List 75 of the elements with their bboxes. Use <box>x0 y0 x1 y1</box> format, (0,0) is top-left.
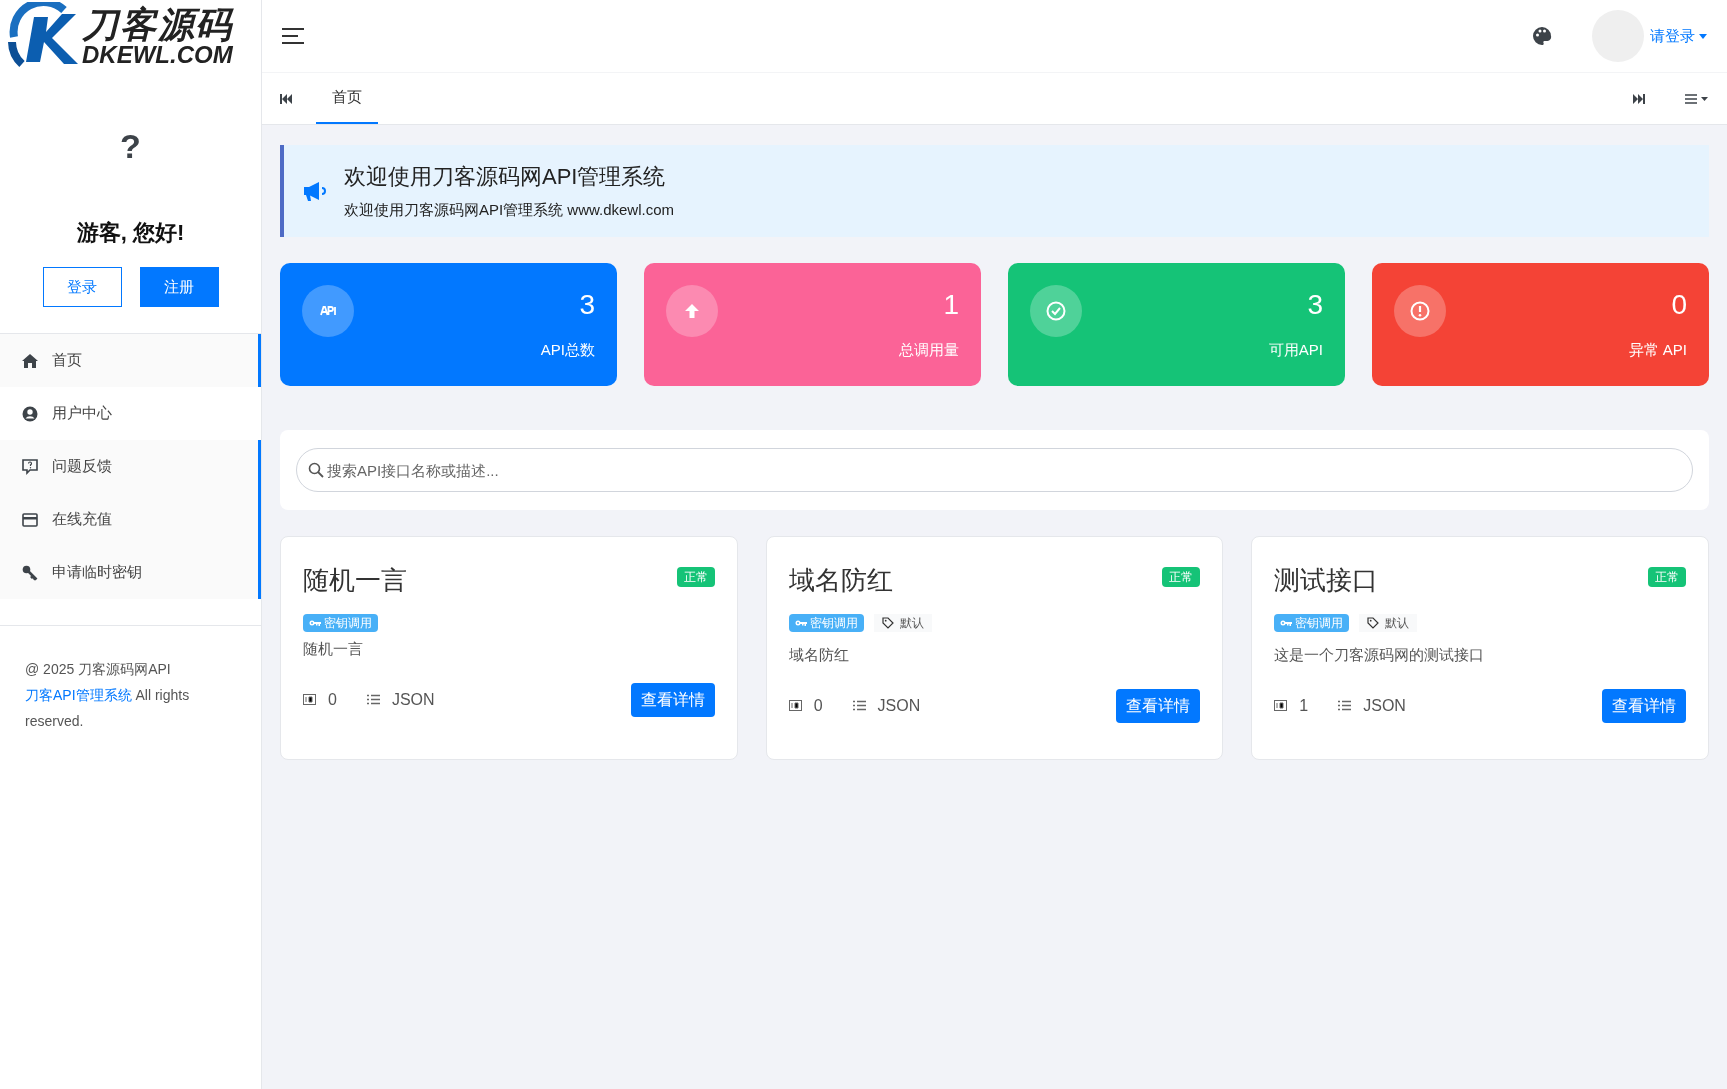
arrow-up-icon <box>666 285 718 337</box>
call-count: 1 <box>1299 695 1309 716</box>
stat-label: 异常 API <box>1628 340 1687 360</box>
user-menu-dropdown[interactable]: 请登录 <box>1650 24 1707 48</box>
view-details-button[interactable]: 查看详情 <box>1602 688 1686 723</box>
caret-icon <box>1699 33 1707 39</box>
auth-tag: 密钥调用 <box>788 614 864 632</box>
api-title: 测试接口 <box>1274 564 1379 597</box>
skip-forward-icon[interactable] <box>1633 93 1645 104</box>
api-title: 随机一言 <box>303 564 407 597</box>
search-field[interactable]: 搜索API接口名称或描述... <box>296 448 1693 492</box>
auth-tag: 密钥调用 <box>1274 614 1350 632</box>
greeting: 游客, 您好! <box>76 219 185 247</box>
stat-label: 总调用量 <box>899 340 959 360</box>
status-badge: 正常 <box>1162 567 1201 587</box>
tab[interactable]: 首页 <box>316 73 378 124</box>
call-count: 0 <box>813 695 823 716</box>
sidebar-item[interactable]: 在线充值 <box>0 493 261 546</box>
feedback-icon <box>22 458 38 475</box>
key-icon <box>22 564 38 581</box>
stat-label: API总数 <box>540 340 595 360</box>
key-icon <box>309 619 321 627</box>
counter-icon <box>303 694 316 705</box>
counter-icon <box>788 700 802 711</box>
login-button[interactable]: 登录 <box>42 267 122 307</box>
logo[interactable]: 刀客源码 DKEWL.COM <box>0 0 261 73</box>
list-icon <box>852 700 866 711</box>
api-description: 随机一言 <box>303 639 364 659</box>
question-mark: ? <box>120 126 141 167</box>
stat-label: 可用API <box>1268 340 1323 360</box>
category-tag: 默认 <box>1359 614 1418 632</box>
menu-icon[interactable] <box>282 28 304 44</box>
logo-title: 刀客源码 <box>82 6 234 43</box>
stat-value: 3 <box>579 288 595 322</box>
counter-icon <box>1274 700 1288 711</box>
sidebar-item[interactable]: 申请临时密钥 <box>0 546 261 599</box>
list-icon <box>366 694 380 705</box>
api-title: 域名防红 <box>788 564 893 597</box>
stat-value: 3 <box>1307 288 1323 322</box>
copyright-text: @ 2025 刀客源码网API 刀客API管理系统 All rights reserved. <box>25 660 191 731</box>
tag-icon <box>881 617 894 629</box>
auth-tag: 密钥调用 <box>303 614 378 632</box>
view-details-button[interactable]: 查看详情 <box>630 682 715 717</box>
api-description: 域名防红 <box>788 645 850 665</box>
list-icon <box>1338 700 1352 711</box>
key-icon <box>1280 619 1293 627</box>
stat-value: 0 <box>1671 288 1687 322</box>
credit-card-icon <box>22 511 38 528</box>
status-badge: 正常 <box>676 567 715 587</box>
search-icon <box>308 462 324 478</box>
skip-back-icon[interactable] <box>280 93 292 104</box>
stat-value: 1 <box>943 288 959 322</box>
footer-link[interactable]: 刀客API管理系统 <box>25 687 132 703</box>
notice-text: 欢迎使用刀客源码网API管理系统 www.dkewl.com <box>344 200 675 221</box>
status-badge: 正常 <box>1648 567 1686 587</box>
api-text-icon <box>302 285 354 337</box>
call-count: 0 <box>328 689 337 710</box>
tag-icon <box>1367 617 1380 629</box>
user-icon <box>22 405 38 422</box>
view-details-button[interactable]: 查看详情 <box>1116 688 1201 723</box>
format-label: JSON <box>877 695 921 716</box>
key-icon <box>794 619 807 627</box>
palette-icon[interactable] <box>1532 26 1552 46</box>
format-label: JSON <box>391 689 435 710</box>
notice-title: 欢迎使用刀客源码网API管理系统 <box>344 163 667 192</box>
format-label: JSON <box>1363 695 1406 716</box>
sidebar-item[interactable]: 首页 <box>0 334 261 387</box>
register-button[interactable]: 注册 <box>139 267 219 307</box>
megaphone-icon <box>302 180 326 202</box>
sidebar-item[interactable]: 问题反馈 <box>0 440 261 493</box>
category-tag: 默认 <box>873 614 932 632</box>
api-description: 这是一个刀客源码网的测试接口 <box>1274 645 1486 665</box>
home-icon <box>22 352 38 369</box>
logo-subtitle: DKEWL.COM <box>82 42 233 67</box>
tab-menu-icon[interactable] <box>1685 93 1709 104</box>
